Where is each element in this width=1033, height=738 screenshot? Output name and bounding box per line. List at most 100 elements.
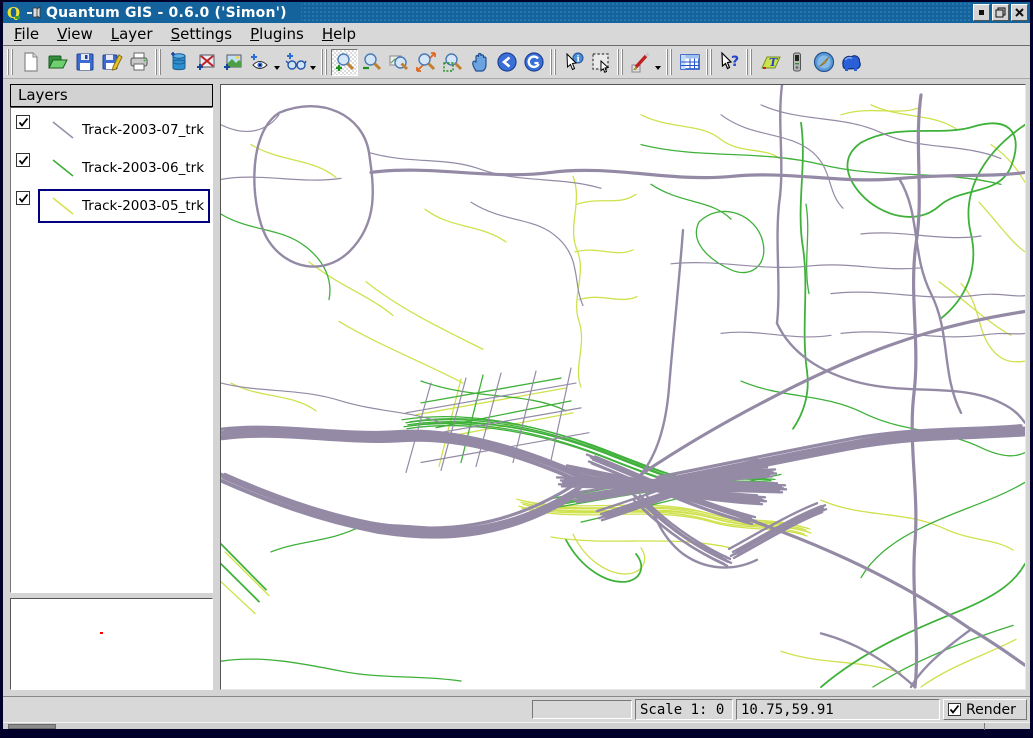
status-bar: Scale 1: 0 10.75,59.91 Render [3,696,1030,722]
close-icon [1014,7,1025,18]
attribute-table-button[interactable] [676,49,703,76]
save-project-button[interactable] [71,49,98,76]
gps-tool-button[interactable] [783,49,810,76]
gps-tracks-rendering [221,85,1025,689]
zoom-in-button[interactable] [331,49,358,76]
render-checkbox[interactable] [948,703,961,716]
zoom-last-icon [442,51,464,73]
zoom-full-extent-button[interactable] [385,49,412,76]
layer-visibility-checkbox[interactable] [16,115,30,129]
minimize-button[interactable] [973,4,990,21]
zoom-to-selection-button[interactable] [412,49,439,76]
menu-plugins[interactable]: Plugins [241,23,313,45]
toolbar-handle-add-layers[interactable] [155,49,162,75]
label-tool-button[interactable]: T [756,49,783,76]
application-window: Q Quantum GIS - 0.6.0 ('Simon') [0,0,1033,738]
layers-panel-header[interactable]: Layers [10,84,213,107]
new-project-button[interactable] [17,49,44,76]
select-features-button[interactable] [587,49,614,76]
identify-button[interactable]: i [560,49,587,76]
toolbar-handle-help[interactable] [706,49,713,75]
save-project-icon [74,51,96,73]
svg-text:T: T [769,56,778,69]
layer-label: Track-2003-05_trk [82,198,204,214]
compass-tool-button[interactable] [810,49,837,76]
toolbar-handle-navigation[interactable] [321,49,328,75]
maximize-button[interactable] [992,4,1009,21]
sticky-pin-icon[interactable] [26,5,42,20]
overview-extent-marker [100,632,103,634]
print-button[interactable] [125,49,152,76]
toolbar-handle-plugins[interactable] [746,49,753,75]
zoom-in-icon [334,51,356,73]
attribute-table-icon [679,51,701,73]
title-bar[interactable]: Q Quantum GIS - 0.6.0 ('Simon') [3,2,1030,23]
layer-line-symbol [48,118,78,142]
layer-visibility-checkbox[interactable] [16,153,30,167]
map-canvas[interactable] [220,84,1026,690]
new-project-icon [20,51,42,73]
new-overview-button[interactable] [282,49,309,76]
coordinate-display: 10.75,59.91 [736,699,940,720]
whats-this-button[interactable]: ? [716,49,743,76]
scale-display: Scale 1: 0 [635,699,733,720]
zoom-full-extent-icon [388,51,410,73]
track-2003-05-paths [221,105,1025,687]
qgis-logo-icon: Q [6,5,22,20]
refresh-button[interactable] [520,49,547,76]
layers-list[interactable]: Track-2003-07_trk Track-2003-06_trk Track-… [10,107,213,593]
save-project-as-button[interactable] [98,49,125,76]
menu-layer[interactable]: Layer [102,23,162,45]
layer-item[interactable]: Track-2003-05_trk [11,187,212,225]
menu-settings[interactable]: Settings [162,23,242,45]
zoom-previous-button[interactable] [493,49,520,76]
add-postgis-layer-button[interactable] [165,49,192,76]
zoom-to-selection-icon [415,51,437,73]
new-view-button[interactable] [246,49,273,76]
menu-file[interactable]: File [5,23,48,45]
title-bar-texture [301,2,971,23]
title-bar-left: Q Quantum GIS - 0.6.0 ('Simon') [3,2,301,23]
menu-view[interactable]: View [48,23,102,45]
layer-visibility-checkbox[interactable] [16,191,30,205]
menu-bar: FileViewLayerSettingsPluginsHelp [3,23,1030,46]
zoom-previous-icon [496,51,518,73]
dropdown-arrow-icon[interactable] [274,66,280,70]
add-vector-layer-icon [195,51,217,73]
zoom-out-button[interactable] [358,49,385,76]
window-frame-bottom[interactable] [3,722,1030,729]
gpx-importer-button[interactable] [837,49,864,76]
pan-button[interactable] [466,49,493,76]
vertical-splitter[interactable] [213,84,220,690]
layer-item[interactable]: Track-2003-07_trk [11,111,212,149]
add-raster-layer-icon [222,51,244,73]
measure-button[interactable] [627,49,654,76]
save-project-as-icon [101,51,123,73]
layer-item[interactable]: Track-2003-06_trk [11,149,212,187]
overview-map-panel[interactable] [10,598,213,690]
whats-this-icon: ? [719,51,741,73]
add-raster-layer-button[interactable] [219,49,246,76]
toolbar-handle-file[interactable] [7,49,14,75]
layer-entry[interactable]: Track-2003-07_trk [38,113,210,147]
compass-tool-icon [813,51,835,73]
layer-entry[interactable]: Track-2003-05_trk [38,189,210,223]
svg-text:?: ? [731,54,739,70]
layer-entry[interactable]: Track-2003-06_trk [38,151,210,185]
toolbar-handle-measure[interactable] [617,49,624,75]
dropdown-arrow-icon[interactable] [655,66,661,70]
close-button[interactable] [1011,4,1028,21]
zoom-last-button[interactable] [439,49,466,76]
select-features-icon [590,51,612,73]
toolbar-handle-table[interactable] [666,49,673,75]
toolbar-handle-attributes[interactable] [550,49,557,75]
resize-grip[interactable] [8,724,56,729]
add-vector-layer-button[interactable] [192,49,219,76]
menu-help[interactable]: Help [313,23,365,45]
layer-label: Track-2003-07_trk [82,122,204,138]
render-toggle[interactable]: Render [943,699,1027,720]
open-project-button[interactable] [44,49,71,76]
resize-corner-divider [984,723,985,730]
dropdown-arrow-icon[interactable] [310,66,316,70]
layer-line-symbol [48,194,78,218]
